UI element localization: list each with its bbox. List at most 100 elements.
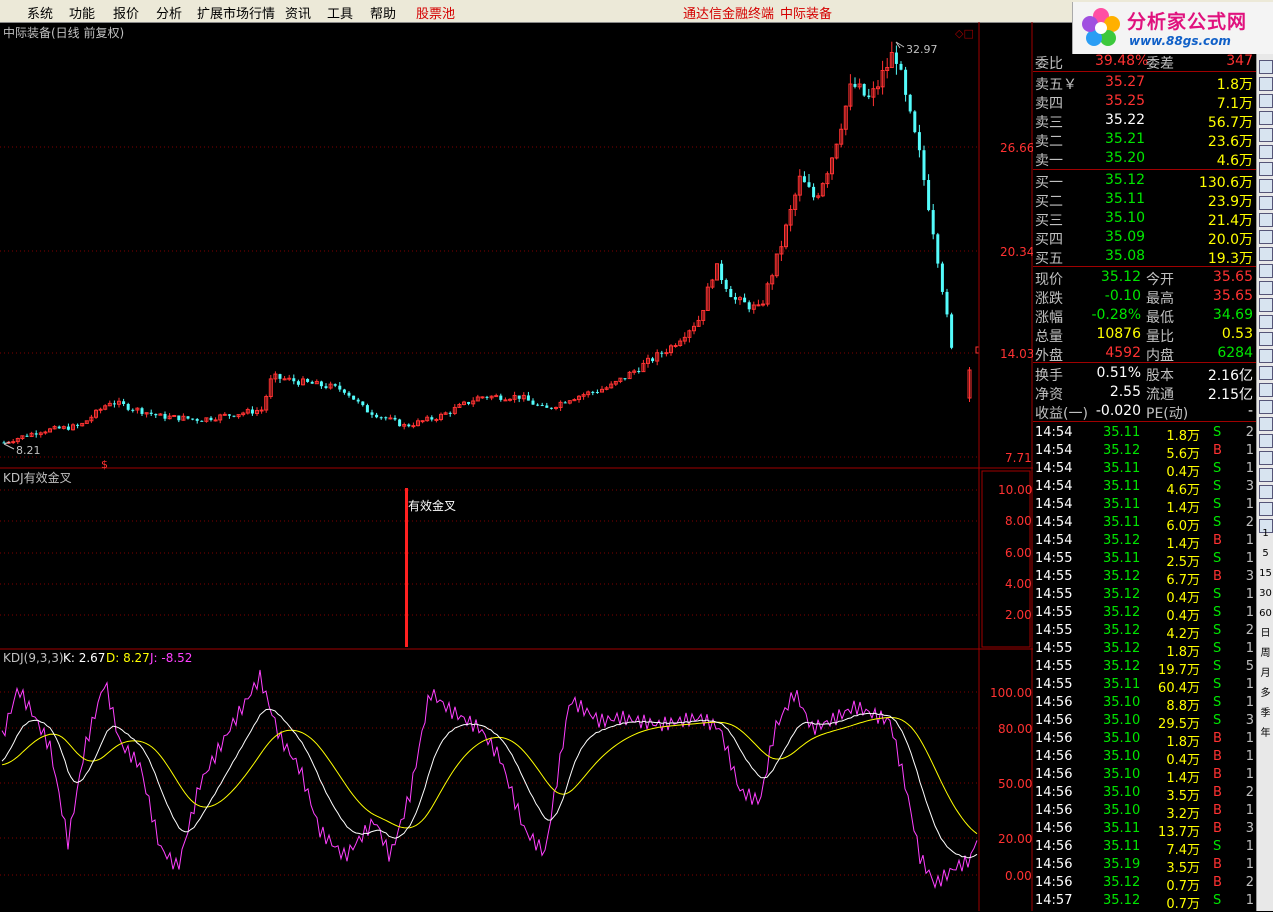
period-button[interactable]: 15 [1258, 566, 1273, 581]
trade-row: 14:56 35.10 8.8万 S 1 [1033, 694, 1256, 714]
toolbar-icon[interactable] [1259, 400, 1273, 414]
toolbar-icon[interactable] [1259, 264, 1273, 278]
toolbar-icon[interactable] [1259, 349, 1273, 363]
toolbar-icon[interactable] [1259, 485, 1273, 499]
candle-body [333, 384, 337, 386]
toolbar-icon[interactable] [1259, 145, 1273, 159]
menu-item-system[interactable]: 系统 [27, 3, 53, 22]
period-button[interactable]: 日 [1258, 626, 1273, 641]
trade-side: B [1213, 533, 1222, 548]
candle-body [733, 297, 737, 300]
toolbar-icon[interactable] [1259, 281, 1273, 295]
bid-volume: 23.9万 [1207, 194, 1253, 210]
toolbar-icon[interactable] [1259, 94, 1273, 108]
candle-body [673, 345, 678, 348]
toolbar-icon[interactable] [1259, 332, 1273, 346]
candle-body [57, 426, 61, 429]
period-button[interactable]: 5 [1258, 546, 1273, 561]
trade-price: 35.12 [1103, 893, 1141, 908]
ask-label: 卖一 [1035, 153, 1063, 169]
separator [1033, 169, 1256, 170]
stat-label: 流通 [1146, 387, 1174, 403]
period-button[interactable]: 周 [1258, 646, 1273, 661]
trade-price: 35.11 [1103, 821, 1141, 836]
menu-item-news[interactable]: 资讯 [285, 3, 311, 22]
toolbar-icon[interactable] [1259, 196, 1273, 210]
trade-row: 14:55 35.12 4.2万 S 2 [1033, 622, 1256, 642]
toolbar-icon[interactable] [1259, 179, 1273, 193]
trade-row: 14:55 35.12 6.7万 B 3 [1033, 568, 1256, 588]
trade-side: S [1213, 461, 1222, 476]
period-button[interactable]: 多 [1258, 686, 1273, 701]
toolbar-icon[interactable] [1259, 383, 1273, 397]
golden-cross-label: 有效金叉 [408, 498, 456, 513]
toolbar-icon[interactable] [1259, 451, 1273, 465]
toolbar-icon[interactable] [1259, 298, 1273, 312]
trade-count: 1 [1245, 443, 1254, 458]
candle-body [517, 395, 521, 399]
candle-body [163, 413, 167, 419]
terminal-title: 通达信金融终端 [683, 7, 775, 22]
trade-time: 14:56 [1035, 839, 1073, 854]
kdj-tick: 100.00 [990, 686, 1032, 700]
toolbar-icon[interactable] [1259, 502, 1273, 516]
toolbar-icon[interactable] [1259, 247, 1273, 261]
trade-price: 35.19 [1103, 857, 1141, 872]
period-button[interactable]: 月 [1258, 666, 1273, 681]
trade-side: B [1213, 857, 1222, 872]
chart-area[interactable]: 中际装备(日线 前复权) ◇□ KDJ有效金叉 KDJ(9,3,3) K: 2.… [0, 22, 1033, 911]
menu-item-extended-market[interactable]: 扩展市场行情 [197, 3, 275, 22]
toolbar-icon[interactable] [1259, 366, 1273, 380]
candle-body [940, 263, 944, 292]
toolbar-icon[interactable] [1259, 128, 1273, 142]
ask-price: 35.22 [1105, 112, 1146, 128]
bid-row: 买二 35.11 23.9万 [1033, 190, 1256, 210]
menu-item-analysis[interactable]: 分析 [156, 3, 182, 22]
panel-control-icon[interactable]: ◇□ [955, 27, 974, 40]
high-arrow-icon [895, 41, 905, 49]
buy-signal-marker: $ [101, 458, 108, 471]
toolbar-icon[interactable] [1259, 417, 1273, 431]
toolbar-icon[interactable] [1259, 230, 1273, 244]
kdj-k-value: K: 2.67 [63, 651, 105, 665]
bid-volume: 19.3万 [1207, 251, 1253, 267]
bid-label: 买二 [1035, 194, 1063, 210]
trade-count: 2 [1245, 875, 1254, 890]
menu-item-function[interactable]: 功能 [69, 3, 95, 22]
toolbar-icon[interactable] [1259, 162, 1273, 176]
toolbar-icon[interactable] [1259, 77, 1273, 91]
kdj-panel-title: KDJ(9,3,3) [3, 651, 64, 665]
trade-time: 14:56 [1035, 821, 1073, 836]
kdj-d-line [1, 716, 978, 835]
toolbar-icon[interactable] [1259, 468, 1273, 482]
toolbar-icon[interactable] [1259, 60, 1273, 74]
trade-count: 1 [1245, 677, 1254, 692]
period-button[interactable]: 60 [1258, 606, 1273, 621]
high-price-annotation: 32.97 [906, 43, 938, 56]
toolbar-icon[interactable] [1259, 213, 1273, 227]
period-button[interactable]: 年 [1258, 726, 1273, 741]
period-button[interactable]: 季 [1258, 706, 1273, 721]
menu-item-quote[interactable]: 报价 [113, 3, 139, 22]
candle-body [191, 418, 195, 420]
trade-price: 35.11 [1103, 497, 1141, 512]
trade-side: S [1213, 515, 1222, 530]
trade-price: 35.12 [1103, 875, 1141, 890]
candle-body [720, 263, 724, 281]
candle-body [945, 291, 949, 315]
candle-body [729, 288, 733, 298]
period-button[interactable]: 1 [1258, 526, 1273, 541]
toolbar-icon[interactable] [1259, 315, 1273, 329]
stat-value: 4592 [1105, 345, 1141, 361]
menu-item-stock-pool[interactable]: 股票池 [416, 3, 455, 22]
menu-item-tools[interactable]: 工具 [327, 3, 353, 22]
period-button[interactable]: 30 [1258, 586, 1273, 601]
price-tick: 14.03 [1000, 347, 1033, 361]
trade-time: 14:54 [1035, 497, 1073, 512]
trade-row: 14:54 35.12 1.4万 B 1 [1033, 532, 1256, 552]
toolbar-icon[interactable] [1259, 111, 1273, 125]
stat-row: 涨幅 -0.28% 最低 34.69 [1033, 306, 1256, 326]
menu-item-help[interactable]: 帮助 [370, 3, 396, 22]
toolbar-icon[interactable] [1259, 434, 1273, 448]
candle-body [485, 396, 489, 398]
